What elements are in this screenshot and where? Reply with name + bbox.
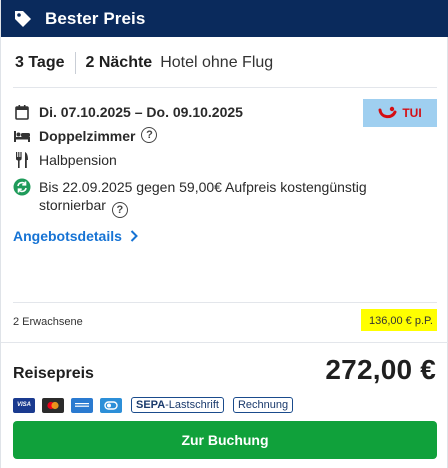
best-price-header: Bester Preis [1,0,448,37]
tui-smile-icon [378,106,397,119]
cancellation-row: Bis 22.09.2025 gegen 59,00€ Aufpreis kos… [13,178,413,218]
payment-methods: VISA SEPA -Lastschrift Rechnung [13,397,294,413]
trip-summary: 3 Tage 2 Nächte Hotel ohne Flug [15,50,273,76]
divider [1,342,448,343]
chevron-right-icon [130,230,138,242]
summary-divider [74,52,76,74]
room-type: Doppelzimmer [39,128,136,144]
visa-icon: VISA [13,397,35,413]
cancellation-help-icon[interactable]: ? [111,202,128,218]
provider-name: TUI [402,106,422,120]
sepa-badge: SEPA -Lastschrift [131,397,224,413]
board-row: Halbpension [13,151,117,169]
dates-row: Di. 07.10.2025 – Do. 09.10.2025 [13,103,243,121]
sepa-strong: SEPA [136,399,166,411]
mastercard-icon [42,397,64,413]
book-button[interactable]: Zur Buchung [13,421,437,459]
board-type: Halbpension [39,152,117,168]
travelers-count: 2 Erwachsene [13,316,83,328]
total-price: 272,00 € [325,354,436,385]
offer-card: Bester Preis 3 Tage 2 Nächte Hotel ohne … [0,0,448,468]
days-count: 3 Tage [15,54,65,71]
divider [13,302,437,303]
header-title: Bester Preis [45,8,146,28]
room-row: Doppelzimmer ? [13,127,158,145]
bed-icon [13,127,31,145]
sepa-rest: -Lastschrift [165,399,219,411]
total-price-label: Reisepreis [13,365,94,382]
card-icon [100,397,122,413]
travel-dates: Di. 07.10.2025 – Do. 09.10.2025 [39,104,243,120]
offer-details-link[interactable]: Angebotsdetails [13,228,138,244]
cancellation-icon [13,178,31,196]
cancellation-text: Bis 22.09.2025 gegen 59,00€ Aufpreis kos… [39,179,367,213]
provider-logo: TUI [363,99,437,127]
tag-icon [13,9,33,29]
offer-details-label: Angebotsdetails [13,228,122,244]
amex-icon [71,397,93,413]
trip-type: Hotel ohne Flug [160,54,274,71]
nights-count: 2 Nächte [85,54,153,71]
divider [13,87,437,88]
room-help-icon[interactable]: ? [141,127,158,143]
calendar-icon [13,103,31,121]
price-per-person: 136,00 € p.P. [360,309,437,331]
cutlery-icon [13,151,31,169]
invoice-badge: Rechnung [232,397,294,413]
